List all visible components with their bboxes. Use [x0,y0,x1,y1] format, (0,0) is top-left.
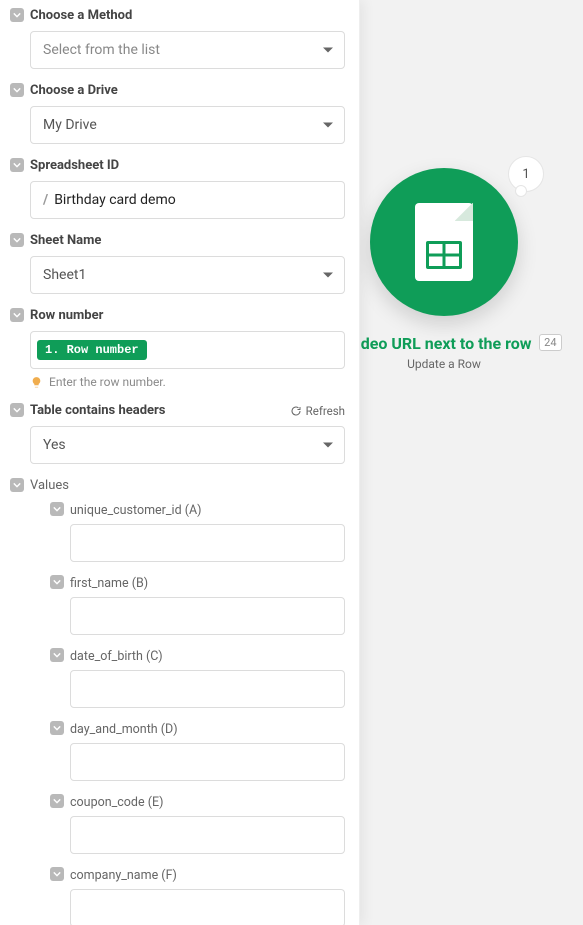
value-field: day_and_month (D) [50,722,345,781]
value-field-input[interactable] [70,889,345,925]
values-container: unique_customer_id (A) first_name (B) date… [30,503,345,925]
file-icon: / [43,192,48,208]
chevron-down-icon [323,48,333,53]
row-number-label: Row number [30,308,345,323]
drive-select[interactable]: My Drive [30,106,345,144]
spreadsheet-value: Birthday card demo [54,192,176,208]
field-headers: Table contains headers Refresh Yes [10,403,345,464]
collapse-toggle[interactable] [10,308,24,322]
field-sheet-name: Sheet Name Sheet1 [10,233,345,294]
node-circle[interactable] [370,168,518,316]
value-field-input[interactable] [70,816,345,854]
collapse-toggle[interactable] [50,721,64,735]
spreadsheet-label: Spreadsheet ID [30,158,345,173]
value-field-label: company_name (F) [70,868,345,883]
sheet-name-label: Sheet Name [30,233,345,248]
headers-value: Yes [43,437,66,453]
value-field-label: date_of_birth (C) [70,649,345,664]
collapse-toggle[interactable] [50,794,64,808]
node-subtitle: Update a Row [407,357,481,371]
value-field-input[interactable] [70,524,345,562]
values-label: Values [30,478,345,493]
collapse-toggle[interactable] [10,8,24,22]
headers-label: Table contains headers Refresh [30,403,345,418]
field-method: Choose a Method Select from the list [10,8,345,69]
lightbulb-icon [30,376,43,389]
value-field: date_of_birth (C) [50,649,345,708]
collapse-toggle[interactable] [50,575,64,589]
drive-value: My Drive [43,117,97,133]
sheet-name-select[interactable]: Sheet1 [30,256,345,294]
method-placeholder: Select from the list [43,42,160,58]
node-badge: 24 [539,334,561,351]
field-row-number: Row number 1. Row number Enter the row n… [10,308,345,389]
chevron-down-icon [323,123,333,128]
value-field: unique_customer_id (A) [50,503,345,562]
spreadsheet-input[interactable]: / Birthday card demo [30,181,345,219]
drive-label: Choose a Drive [30,83,345,98]
collapse-toggle[interactable] [10,478,24,492]
collapse-toggle[interactable] [10,403,24,417]
value-field: coupon_code (E) [50,795,345,854]
headers-select[interactable]: Yes [30,426,345,464]
value-field-input[interactable] [70,670,345,708]
value-field-label: coupon_code (E) [70,795,345,810]
value-field-label: unique_customer_id (A) [70,503,345,518]
collapse-toggle[interactable] [50,502,64,516]
method-label: Choose a Method [30,8,345,23]
value-field: first_name (B) [50,576,345,635]
refresh-icon [290,405,302,417]
value-field: company_name (F) [50,868,345,925]
sheets-node[interactable]: 1 ideo URL next to the row 24 Update a R… [354,168,534,371]
refresh-button[interactable]: Refresh [290,404,345,418]
node-title: ideo URL next to the row 24 [356,334,531,353]
method-select[interactable]: Select from the list [30,31,345,69]
run-count: 1 [522,167,529,182]
field-drive: Choose a Drive My Drive [10,83,345,144]
field-values: Values unique_customer_id (A) first_name … [10,478,345,925]
google-sheets-icon [415,203,473,281]
row-number-input[interactable]: 1. Row number [30,331,345,369]
value-field-label: day_and_month (D) [70,722,345,737]
sheet-name-value: Sheet1 [43,267,86,283]
chevron-down-icon [323,273,333,278]
collapse-toggle[interactable] [50,867,64,881]
value-field-input[interactable] [70,743,345,781]
collapse-toggle[interactable] [10,83,24,97]
collapse-toggle[interactable] [10,158,24,172]
collapse-toggle[interactable] [50,648,64,662]
value-field-label: first_name (B) [70,576,345,591]
collapse-toggle[interactable] [10,233,24,247]
chevron-down-icon [323,443,333,448]
row-number-hint: Enter the row number. [30,375,345,389]
config-panel[interactable]: Choose a Method Select from the list Cho… [0,0,360,925]
row-number-pill[interactable]: 1. Row number [37,340,147,360]
field-spreadsheet: Spreadsheet ID / Birthday card demo [10,158,345,219]
run-count-bubble: 1 [508,156,544,192]
value-field-input[interactable] [70,597,345,635]
